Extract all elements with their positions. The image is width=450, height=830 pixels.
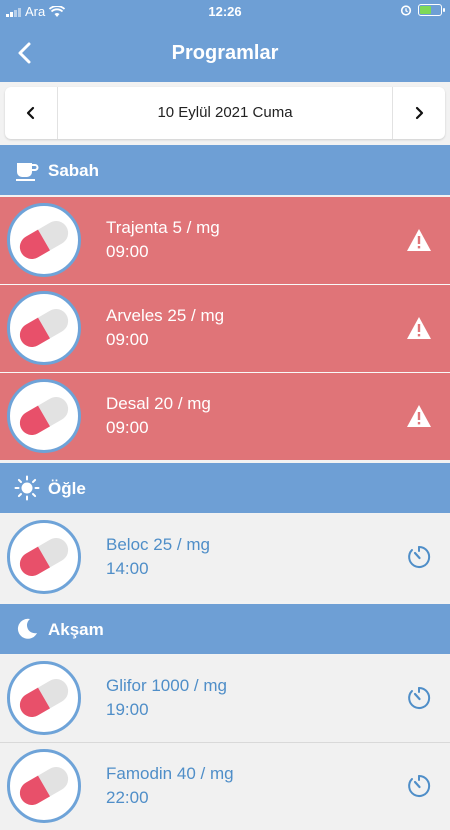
- app-header: Ara 12:26 Programlar: [0, 0, 450, 82]
- pill-avatar: [7, 520, 81, 594]
- medication-time: 22:00: [106, 788, 149, 807]
- medication-time: 09:00: [106, 242, 149, 261]
- medication-time: 14:00: [106, 559, 149, 578]
- capsule-icon: [19, 679, 69, 717]
- medication-name: Beloc 25 / mg: [106, 535, 210, 554]
- pill-avatar: [7, 203, 81, 277]
- medication-time: 09:00: [106, 418, 149, 437]
- capsule-icon: [19, 309, 69, 347]
- alarm-icon: [400, 5, 412, 16]
- warning-icon[interactable]: [406, 227, 432, 253]
- chevron-right-icon: [415, 106, 424, 120]
- date-navigator: 10 Eylül 2021 Cuma: [5, 87, 445, 139]
- capsule-icon: [19, 397, 69, 435]
- medication-row[interactable]: Desal 20 / mg 09:00: [0, 373, 450, 460]
- pill-avatar: [7, 379, 81, 453]
- previous-day-button[interactable]: [5, 87, 58, 139]
- section-label: Akşam: [48, 620, 104, 639]
- coffee-cup-icon: [16, 163, 39, 181]
- medication-name: Trajenta 5 / mg: [106, 218, 220, 237]
- timer-icon[interactable]: [406, 773, 432, 799]
- capsule-icon: [19, 767, 69, 805]
- section-header-morning: Sabah: [0, 145, 450, 195]
- pill-avatar: [7, 749, 81, 823]
- warning-icon[interactable]: [406, 403, 432, 429]
- sun-icon: [14, 475, 40, 501]
- medication-row[interactable]: Beloc 25 / mg 14:00: [0, 514, 450, 601]
- next-day-button[interactable]: [392, 87, 445, 139]
- status-bar: Ara 12:26: [0, 0, 450, 22]
- section-label: Öğle: [48, 479, 86, 498]
- section-header-noon: Öğle: [0, 463, 450, 513]
- page-title: Programlar: [171, 42, 279, 64]
- medication-name: Arveles 25 / mg: [106, 306, 225, 325]
- battery-icon: [418, 4, 445, 16]
- medication-time: 19:00: [106, 700, 149, 719]
- medication-row[interactable]: Trajenta 5 / mg 09:00: [0, 197, 450, 284]
- warning-icon[interactable]: [406, 315, 432, 341]
- section-header-evening: Akşam: [0, 604, 450, 654]
- medication-name: Famodin 40 / mg: [106, 764, 234, 783]
- chevron-left-icon: [26, 106, 35, 120]
- timer-icon[interactable]: [406, 544, 432, 570]
- capsule-icon: [19, 538, 69, 576]
- status-time: 12:26: [208, 4, 242, 19]
- moon-icon: [17, 618, 37, 639]
- timer-icon[interactable]: [406, 685, 432, 711]
- pill-avatar: [7, 661, 81, 735]
- section-label: Sabah: [48, 161, 100, 180]
- medication-row[interactable]: Glifor 1000 / mg 19:00: [0, 655, 450, 742]
- capsule-icon: [19, 221, 69, 259]
- medication-time: 09:00: [106, 330, 149, 349]
- pill-avatar: [7, 291, 81, 365]
- medication-name: Desal 20 / mg: [106, 394, 211, 413]
- medication-row[interactable]: Arveles 25 / mg 09:00: [0, 285, 450, 372]
- medication-name: Glifor 1000 / mg: [106, 676, 227, 695]
- selected-date: 10 Eylül 2021 Cuma: [157, 104, 293, 121]
- medication-row[interactable]: Famodin 40 / mg 22:00: [0, 743, 450, 830]
